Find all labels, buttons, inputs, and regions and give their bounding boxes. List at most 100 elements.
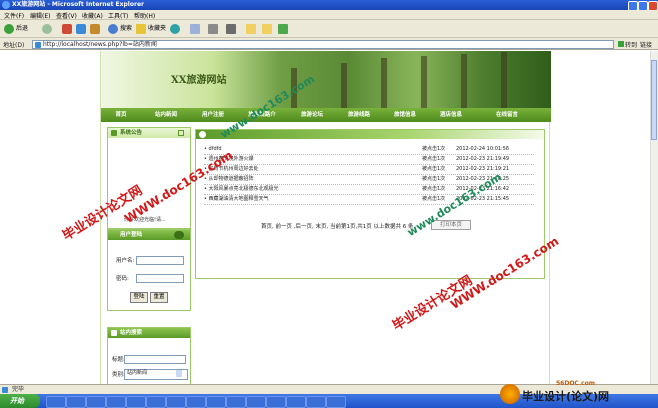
messenger-button[interactable] <box>278 23 290 35</box>
address-input[interactable]: http://localhost/news.php?lb=站内新闻 <box>32 40 614 49</box>
site-nav: 首页 站内新闻 用户注册 旅游线路介 旅游论坛 旅游线路 旅馆信息 酒店信息 在… <box>101 108 551 122</box>
nav-inns[interactable]: 旅馆信息 <box>383 108 427 122</box>
go-arrow-icon <box>618 41 624 47</box>
forward-button[interactable] <box>42 23 54 35</box>
search-button[interactable]: 搜索 <box>108 23 132 35</box>
password-input[interactable] <box>136 274 184 283</box>
nav-routes[interactable]: 旅游线路 <box>337 108 381 122</box>
nav-news[interactable]: 站内新闻 <box>143 108 189 122</box>
menu-help[interactable]: 帮助(H) <box>134 11 155 20</box>
username-label: 用户名: <box>116 258 135 264</box>
mail-button[interactable] <box>190 23 202 35</box>
folder-button[interactable] <box>246 23 258 35</box>
window-titlebar: XX旅游网站 - Microsoft Internet Explorer <box>0 0 658 11</box>
taskbar-item[interactable] <box>286 396 306 408</box>
back-arrow-icon <box>4 23 14 34</box>
media-button[interactable] <box>170 23 182 35</box>
login-header: 用户登陆 <box>108 230 190 240</box>
edit-button[interactable] <box>226 23 238 35</box>
banner-tree <box>501 52 507 108</box>
printer-icon <box>208 23 218 34</box>
ie-icon <box>2 1 10 9</box>
nav-guestbook[interactable]: 在线留言 <box>479 108 535 122</box>
notice-icon <box>111 130 117 136</box>
login-panel: 用户登陆 用户名: 密码: 登陆 重置 <box>107 229 191 311</box>
password-label: 密码: <box>116 276 129 282</box>
window-title: XX旅游网站 - Microsoft Internet Explorer <box>12 1 144 8</box>
taskbar-item[interactable] <box>186 396 206 408</box>
nav-forum[interactable]: 旅游论坛 <box>289 108 335 122</box>
home-icon <box>90 23 100 34</box>
menu-favorites[interactable]: 收藏(A) <box>82 11 103 20</box>
banner-tree <box>461 54 467 108</box>
folder2-button[interactable] <box>262 23 274 35</box>
news-row[interactable]: • 西藏湖油清大地图释雪天气 被点击1次 2012-02-23 21:15:45 <box>204 194 534 205</box>
taskbar-item[interactable] <box>206 396 226 408</box>
menu-tools[interactable]: 工具(T) <box>108 11 128 20</box>
toolbar: 后退 搜索 收藏夹 <box>0 20 658 38</box>
menu-edit[interactable]: 编辑(E) <box>30 11 50 20</box>
page-done-icon <box>2 387 8 393</box>
taskbar-item[interactable] <box>306 396 326 408</box>
taskbar-item[interactable] <box>66 396 86 408</box>
back-button[interactable]: 后退 <box>4 23 28 35</box>
taskbar-item[interactable] <box>246 396 266 408</box>
login-button[interactable]: 登陆 <box>130 292 148 303</box>
search-title: 站内搜索 <box>120 330 143 336</box>
status-text: 完毕 <box>12 386 25 393</box>
search-header: 站内搜索 <box>108 328 190 338</box>
pagination[interactable]: 首页, 前一页 ,后一页, 末页, 当前第1页,共1页 以上数据共 6 条, <box>261 222 415 230</box>
header-bullet-icon <box>199 131 206 138</box>
page-icon <box>35 42 41 48</box>
notice-header: 系统公告 <box>108 128 190 138</box>
menu-view[interactable]: 查看(V) <box>56 11 77 20</box>
print-button[interactable] <box>208 23 220 35</box>
nav-hotels[interactable]: 酒店信息 <box>429 108 473 122</box>
taskbar-item[interactable] <box>166 396 186 408</box>
stop-button[interactable] <box>62 23 74 35</box>
keyword-label: 标题: <box>112 357 125 363</box>
site-page: XX旅游网站 首页 站内新闻 用户注册 旅游线路介 旅游论坛 旅游线路 旅馆信息… <box>100 51 551 384</box>
taskbar-item[interactable] <box>126 396 146 408</box>
taskbar-item[interactable] <box>226 396 246 408</box>
favorites-button[interactable]: 收藏夹 <box>136 23 166 35</box>
reset-button[interactable]: 重置 <box>150 292 168 303</box>
site-logo: XX旅游网站 <box>171 75 227 86</box>
taskbar-item[interactable] <box>326 396 346 408</box>
taskbar-item[interactable] <box>146 396 166 408</box>
mail-icon <box>190 23 200 34</box>
start-button[interactable]: 开始 <box>0 394 40 408</box>
star-icon <box>136 23 146 34</box>
watermark-corner-url: 56DOC.com <box>556 380 596 387</box>
site-search-panel: 站内搜索 标题: 类别: 站内新闻 <box>107 327 191 384</box>
keyword-input[interactable] <box>124 355 186 364</box>
address-url: http://localhost/news.php?lb=站内新闻 <box>43 41 157 48</box>
banner-tree <box>341 63 347 108</box>
media-icon <box>170 23 180 34</box>
banner-tree <box>381 58 387 108</box>
taskbar-item[interactable] <box>106 396 126 408</box>
nav-register[interactable]: 用户注册 <box>191 108 235 122</box>
home-button[interactable] <box>90 23 102 35</box>
search-panel-icon <box>111 330 117 336</box>
username-input[interactable] <box>136 256 184 265</box>
watermark-logo-icon <box>500 384 520 404</box>
more-icon[interactable] <box>178 130 184 136</box>
taskbar-item[interactable] <box>266 396 286 408</box>
messenger-icon <box>278 23 288 34</box>
chevron-down-icon <box>176 370 182 377</box>
nav-home[interactable]: 首页 <box>101 108 141 122</box>
taskbar-item[interactable] <box>46 396 66 408</box>
scrollbar-thumb[interactable] <box>651 60 657 140</box>
taskbar-item[interactable] <box>86 396 106 408</box>
address-label: 地址(D) <box>3 42 25 49</box>
stop-icon <box>62 23 72 34</box>
menu-file[interactable]: 文件(F) <box>4 11 24 20</box>
login-title: 用户登陆 <box>120 232 143 238</box>
refresh-icon <box>76 23 86 34</box>
forward-arrow-icon <box>42 23 52 34</box>
category-select[interactable]: 站内新闻 <box>124 369 188 380</box>
refresh-button[interactable] <box>76 23 88 35</box>
links-button[interactable]: 链接 <box>640 40 652 49</box>
go-button[interactable]: 转到 <box>618 40 637 49</box>
